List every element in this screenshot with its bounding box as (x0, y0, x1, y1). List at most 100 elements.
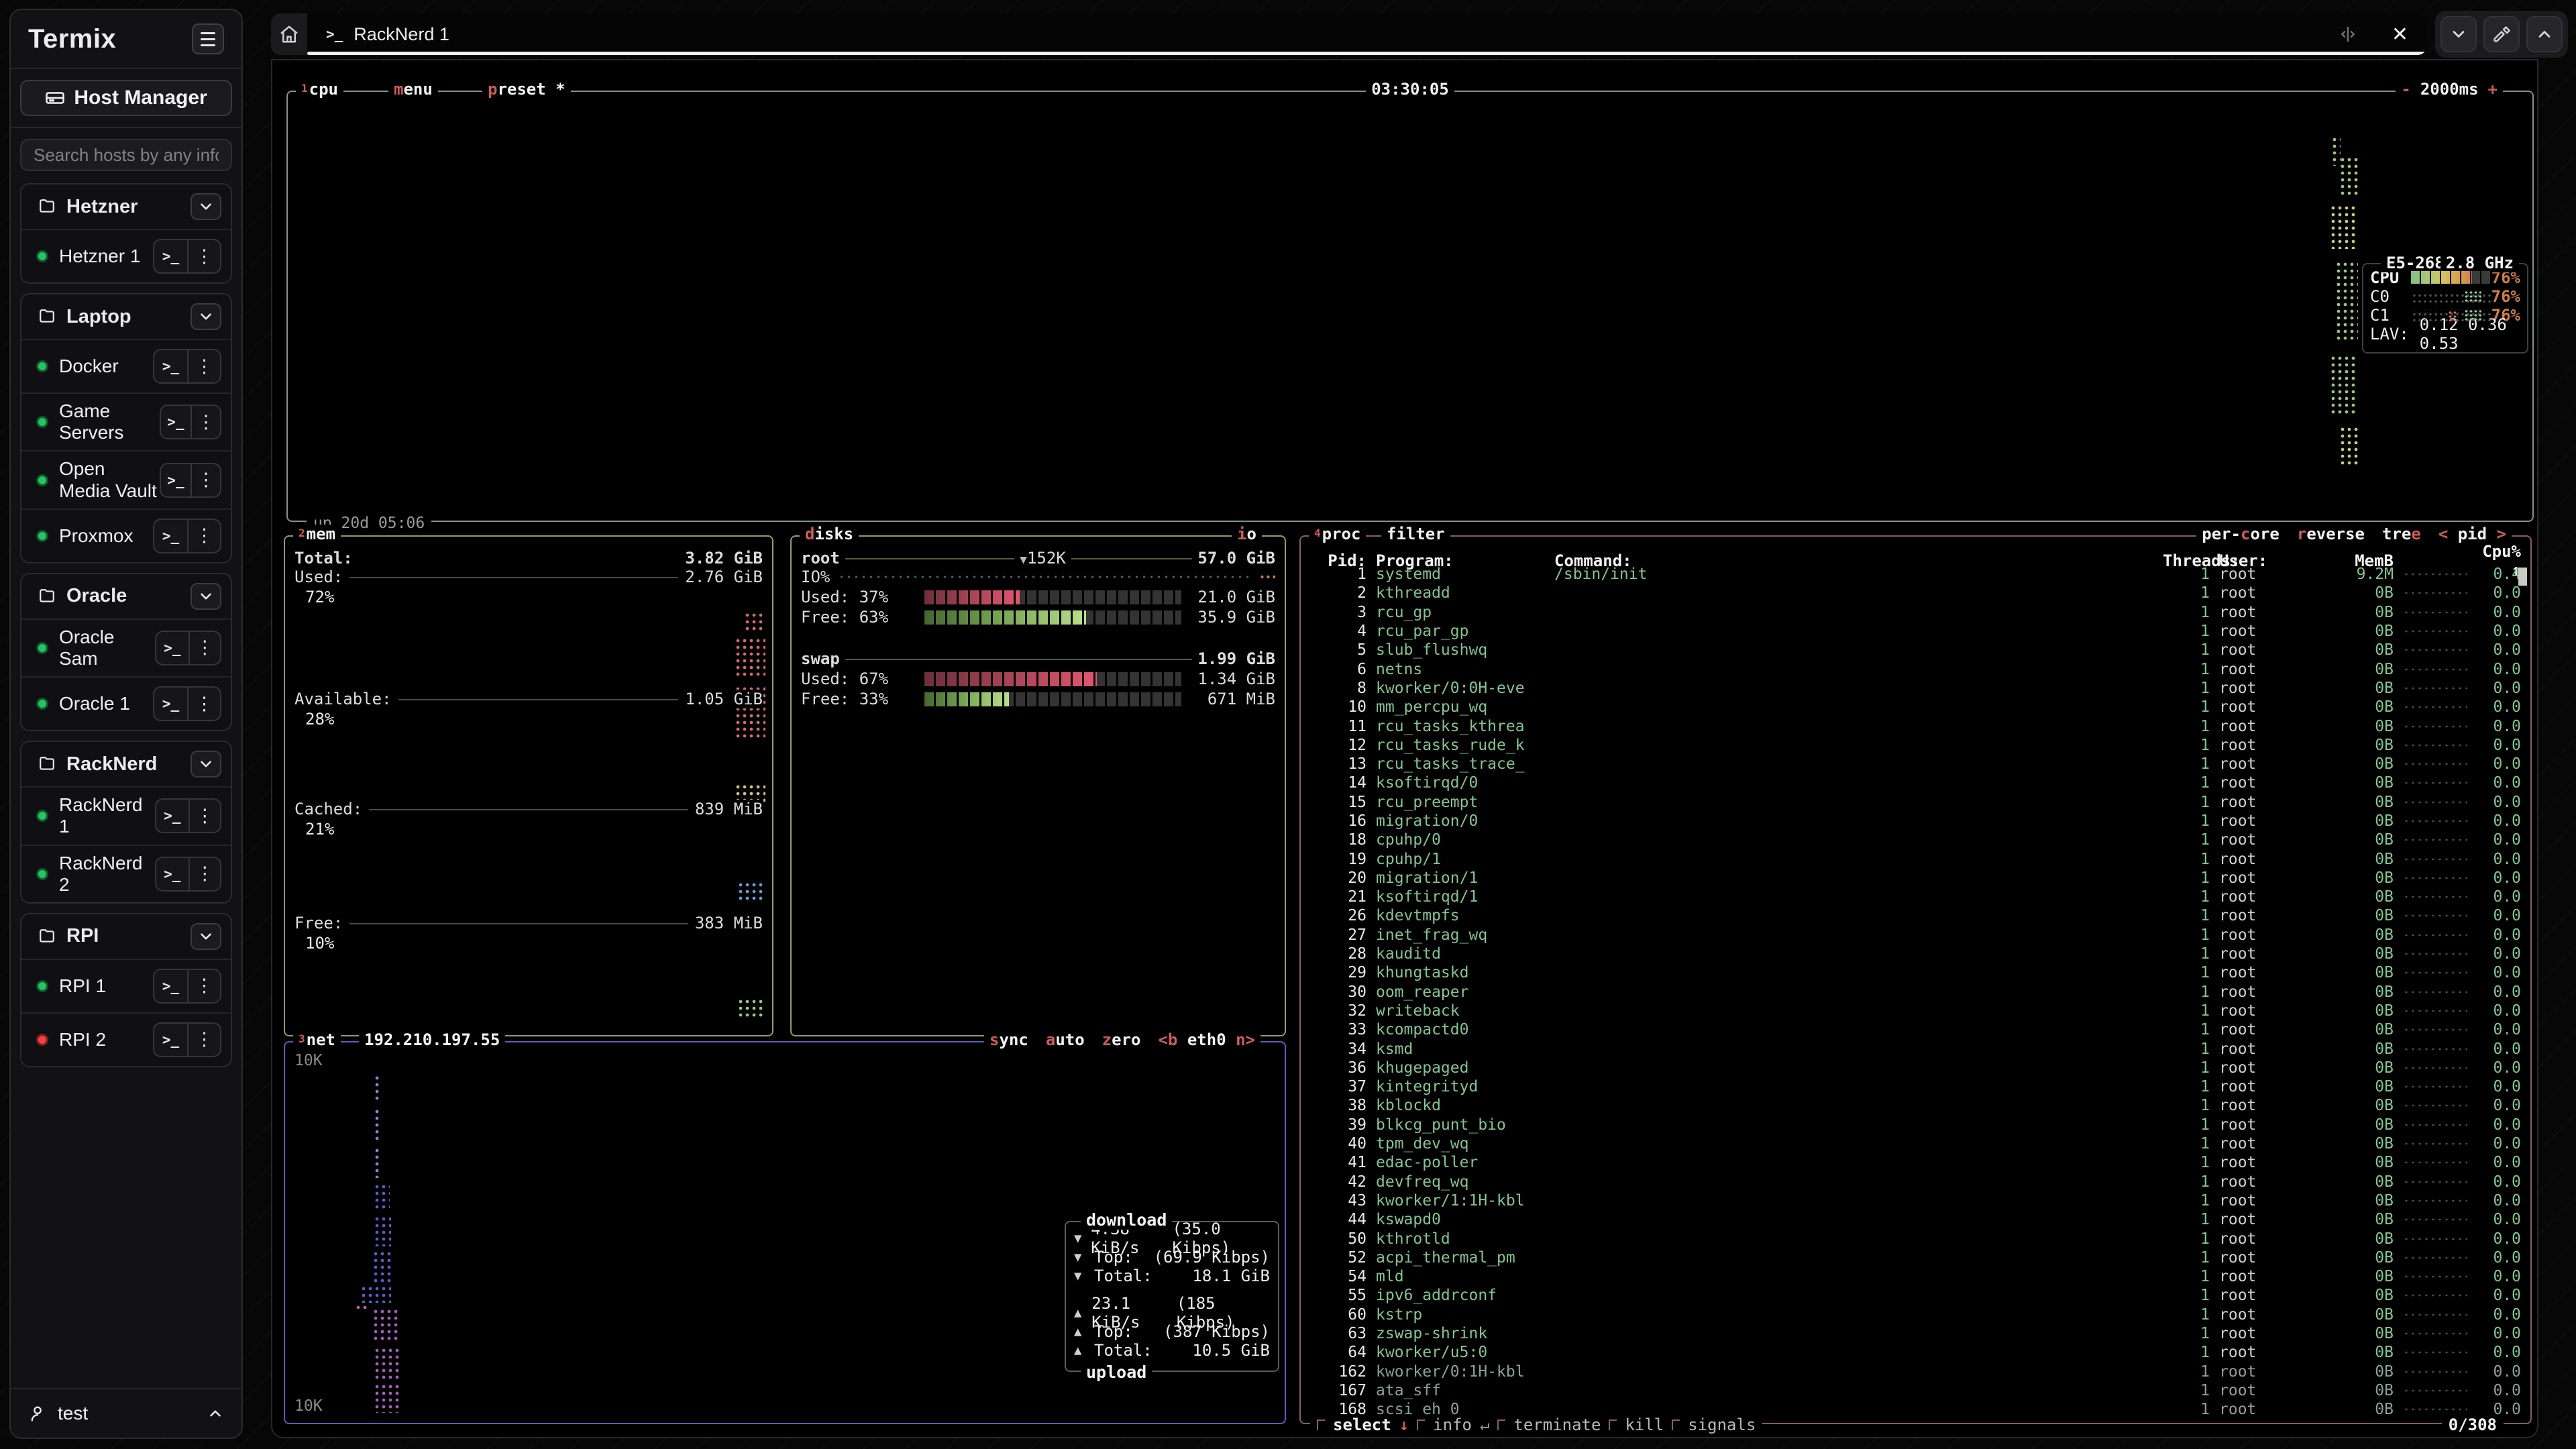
host-row-oracle-sam[interactable]: Oracle Sam >_ ⋮ (21, 619, 231, 676)
proc-row[interactable]: 43 kworker/1:1H-kbl 1 root 0B 0.0 (1301, 1191, 2530, 1210)
tab-racknerd-1[interactable]: >_ RackNerd 1 ✕ (307, 13, 2427, 55)
proc-row[interactable]: 44 kswapd0 1 root 0B 0.0 (1301, 1210, 2530, 1229)
proc-row[interactable]: 4 rcu_par_gp 1 root 0B 0.0 (1301, 622, 2530, 641)
kill-hint[interactable]: kill (1625, 1415, 1664, 1434)
proc-row[interactable]: 14 ksoftirqd/0 1 root 0B 0.0 (1301, 773, 2530, 792)
proc-row[interactable]: 1 systemd /sbin/init 1 root 9.2M 0.4 (1301, 565, 2530, 584)
proc-row[interactable]: 30 oom_reaper 1 root 0B 0.0 (1301, 983, 2530, 1002)
host-more-button[interactable]: ⋮ (189, 800, 220, 832)
open-terminal-button[interactable]: >_ (156, 800, 188, 832)
proc-row[interactable]: 8 kworker/0:0H-eve 1 root 0B 0.0 (1301, 679, 2530, 698)
open-terminal-button[interactable]: >_ (161, 464, 191, 496)
proc-row[interactable]: 38 kblockd 1 root 0B 0.0 (1301, 1096, 2530, 1115)
host-row-open-media-vault[interactable]: Open Media Vault >_ ⋮ (21, 450, 231, 508)
proc-scrollbar-thumb[interactable] (2518, 568, 2527, 586)
open-terminal-button[interactable]: >_ (156, 632, 188, 664)
host-more-button[interactable]: ⋮ (187, 688, 220, 720)
proc-row[interactable]: 11 rcu_tasks_kthrea 1 root 0B 0.0 (1301, 716, 2530, 735)
host-group-header[interactable]: Laptop (21, 294, 231, 339)
host-more-button[interactable]: ⋮ (187, 240, 220, 272)
proc-row[interactable]: 29 khungtaskd 1 root 0B 0.0 (1301, 963, 2530, 982)
host-group-header[interactable]: Hetzner (21, 184, 231, 229)
host-group-header[interactable]: RPI (21, 914, 231, 959)
proc-row[interactable]: 64 kworker/u5:0 1 root 0B 0.0 (1301, 1343, 2530, 1362)
tree-toggle[interactable]: tree (2382, 525, 2421, 543)
proc-row[interactable]: 41 edac-poller 1 root 0B 0.0 (1301, 1153, 2530, 1172)
update-interval[interactable]: - 2000ms + (2396, 80, 2503, 99)
host-row-oracle-1[interactable]: Oracle 1 >_ ⋮ (21, 676, 231, 730)
reverse-toggle[interactable]: reverse (2297, 525, 2365, 543)
proc-filter-button[interactable]: filter (1381, 525, 1450, 543)
proc-row[interactable]: 162 kworker/0:1H-kbl 1 root 0B 0.0 (1301, 1362, 2530, 1381)
proc-row[interactable]: 55 ipv6_addrconf 1 root 0B 0.0 (1301, 1286, 2530, 1305)
net-zero-button[interactable]: zero (1102, 1030, 1141, 1049)
close-tab-icon[interactable]: ✕ (2392, 23, 2408, 46)
per-core-toggle[interactable]: per-core (2202, 525, 2279, 543)
cpu-box-title[interactable]: 1cpu (296, 80, 343, 99)
proc-row[interactable]: 27 inet_frag_wq 1 root 0B 0.0 (1301, 926, 2530, 945)
collapse-group-button[interactable] (191, 193, 221, 220)
collapse-group-button[interactable] (191, 751, 221, 777)
collapse-group-button[interactable] (191, 923, 221, 950)
proc-row[interactable]: 37 kintegrityd 1 root 0B 0.0 (1301, 1077, 2530, 1096)
host-more-button[interactable]: ⋮ (187, 520, 220, 552)
tools-button[interactable] (2483, 16, 2520, 52)
panel-down-button[interactable] (2440, 16, 2477, 52)
host-row-rpi-2[interactable]: RPI 2 >_ ⋮ (21, 1012, 231, 1066)
proc-row[interactable]: 15 rcu_preempt 1 root 0B 0.0 (1301, 793, 2530, 812)
proc-table[interactable]: 1 systemd /sbin/init 1 root 9.2M 0.4 2 k… (1301, 565, 2530, 1419)
panel-up-button[interactable] (2526, 16, 2563, 52)
proc-row[interactable]: 28 kauditd 1 root 0B 0.0 (1301, 945, 2530, 963)
proc-row[interactable]: 34 ksmd 1 root 0B 0.0 (1301, 1039, 2530, 1058)
proc-row[interactable]: 13 rcu_tasks_trace_ 1 root 0B 0.0 (1301, 755, 2530, 773)
disks-box-title[interactable]: disks (800, 525, 859, 543)
host-row-racknerd-2[interactable]: RackNerd 2 >_ ⋮ (21, 845, 231, 902)
proc-row[interactable]: 16 migration/0 1 root 0B 0.0 (1301, 812, 2530, 830)
host-group-header[interactable]: RackNerd (21, 742, 231, 786)
proc-row[interactable]: 19 cpuhp/1 1 root 0B 0.0 (1301, 849, 2530, 868)
net-box-title[interactable]: 3net (293, 1030, 341, 1049)
menu-button-terminal[interactable]: menu (388, 80, 438, 99)
terminate-hint[interactable]: terminate (1513, 1415, 1601, 1434)
proc-row[interactable]: 32 writeback 1 root 0B 0.0 (1301, 1002, 2530, 1020)
user-menu[interactable]: test (11, 1389, 241, 1438)
proc-table-header[interactable]: Pid: Program: Command: Threads: User: Me… (1301, 542, 2530, 565)
host-more-button[interactable]: ⋮ (187, 970, 220, 1002)
open-terminal-button[interactable]: >_ (161, 406, 191, 438)
open-terminal-button[interactable]: >_ (154, 688, 187, 720)
host-row-docker[interactable]: Docker >_ ⋮ (21, 339, 231, 392)
host-row-proxmox[interactable]: Proxmox >_ ⋮ (21, 508, 231, 562)
search-input[interactable] (20, 139, 232, 171)
proc-row[interactable]: 63 zswap-shrink 1 root 0B 0.0 (1301, 1324, 2530, 1343)
proc-row[interactable]: 26 kdevtmpfs 1 root 0B 0.0 (1301, 906, 2530, 925)
proc-row[interactable]: 21 ksoftirqd/1 1 root 0B 0.0 (1301, 888, 2530, 906)
proc-row[interactable]: 40 tpm_dev_wq 1 root 0B 0.0 (1301, 1134, 2530, 1153)
collapse-group-button[interactable] (191, 583, 221, 610)
host-row-hetzner-1[interactable]: Hetzner 1 >_ ⋮ (21, 229, 231, 282)
proc-row[interactable]: 52 acpi_thermal_pm 1 root 0B 0.0 (1301, 1248, 2530, 1267)
io-mode-button[interactable]: io (1232, 525, 1262, 543)
proc-row[interactable]: 36 khugepaged 1 root 0B 0.0 (1301, 1059, 2530, 1077)
host-more-button[interactable]: ⋮ (189, 858, 220, 890)
net-interface-selector[interactable]: <b eth0 n> (1158, 1030, 1255, 1049)
host-manager-button[interactable]: Host Manager (20, 80, 232, 116)
proc-row[interactable]: 18 cpuhp/0 1 root 0B 0.0 (1301, 830, 2530, 849)
host-more-button[interactable]: ⋮ (189, 632, 220, 664)
collapse-group-button[interactable] (191, 303, 221, 330)
proc-row[interactable]: 39 blkcg_punt_bio 1 root 0B 0.0 (1301, 1116, 2530, 1134)
host-row-racknerd-1[interactable]: RackNerd 1 >_ ⋮ (21, 786, 231, 844)
signals-hint[interactable]: signals (1688, 1415, 1756, 1434)
split-view-icon[interactable] (2338, 24, 2358, 44)
net-auto-button[interactable]: auto (1046, 1030, 1085, 1049)
open-terminal-button[interactable]: >_ (156, 858, 188, 890)
proc-row[interactable]: 60 kstrp 1 root 0B 0.0 (1301, 1305, 2530, 1324)
proc-box-title[interactable]: 4proc (1309, 525, 1366, 543)
home-button[interactable] (271, 13, 307, 55)
open-terminal-button[interactable]: >_ (154, 1024, 187, 1056)
proc-row[interactable]: 42 devfreq_wq 1 root 0B 0.0 (1301, 1173, 2530, 1191)
proc-row[interactable]: 20 migration/1 1 root 0B 0.0 (1301, 869, 2530, 888)
open-terminal-button[interactable]: >_ (154, 350, 187, 382)
proc-row[interactable]: 50 kthrotld 1 root 0B 0.0 (1301, 1229, 2530, 1248)
proc-row[interactable]: 167 ata_sff 1 root 0B 0.0 (1301, 1381, 2530, 1400)
open-terminal-button[interactable]: >_ (154, 970, 187, 1002)
